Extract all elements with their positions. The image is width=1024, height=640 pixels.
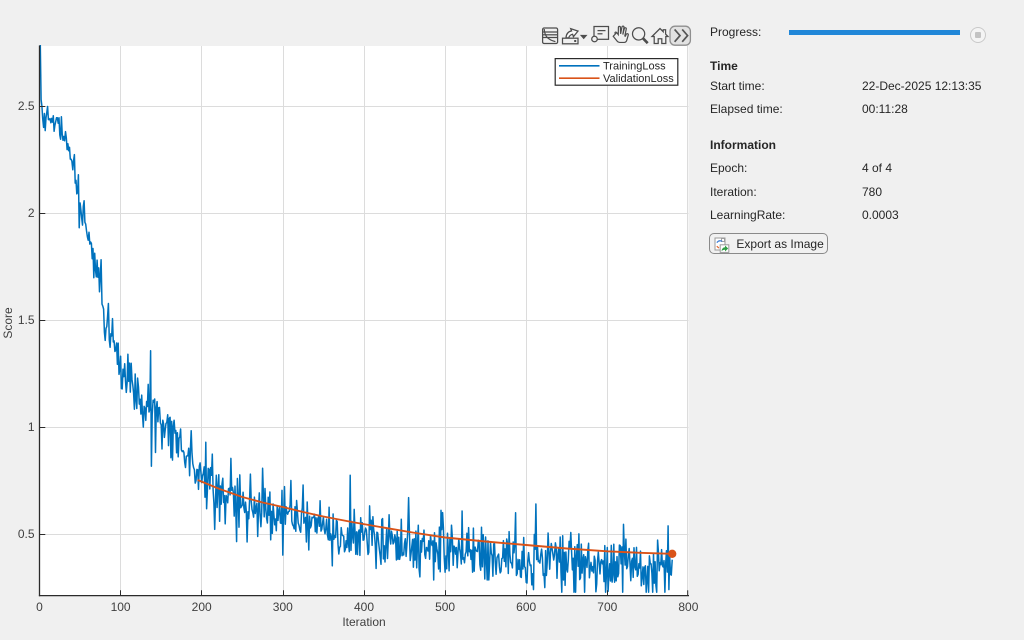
svg-text:1: 1 (28, 420, 35, 434)
svg-text:0: 0 (36, 600, 43, 614)
svg-text:0.5: 0.5 (18, 527, 35, 541)
svg-text:600: 600 (516, 600, 536, 614)
svg-text:500: 500 (435, 600, 455, 614)
svg-text:2.5: 2.5 (18, 99, 35, 113)
svg-text:ValidationLoss: ValidationLoss (603, 73, 674, 85)
svg-text:700: 700 (597, 600, 617, 614)
svg-text:TrainingLoss: TrainingLoss (603, 61, 666, 73)
svg-text:200: 200 (192, 600, 212, 614)
svg-text:2: 2 (28, 206, 35, 220)
svg-text:Iteration: Iteration (342, 615, 385, 629)
svg-text:800: 800 (678, 600, 698, 614)
svg-text:300: 300 (273, 600, 293, 614)
svg-text:400: 400 (354, 600, 374, 614)
svg-text:100: 100 (111, 600, 131, 614)
svg-text:Score: Score (1, 307, 15, 339)
svg-text:1.5: 1.5 (18, 313, 35, 327)
